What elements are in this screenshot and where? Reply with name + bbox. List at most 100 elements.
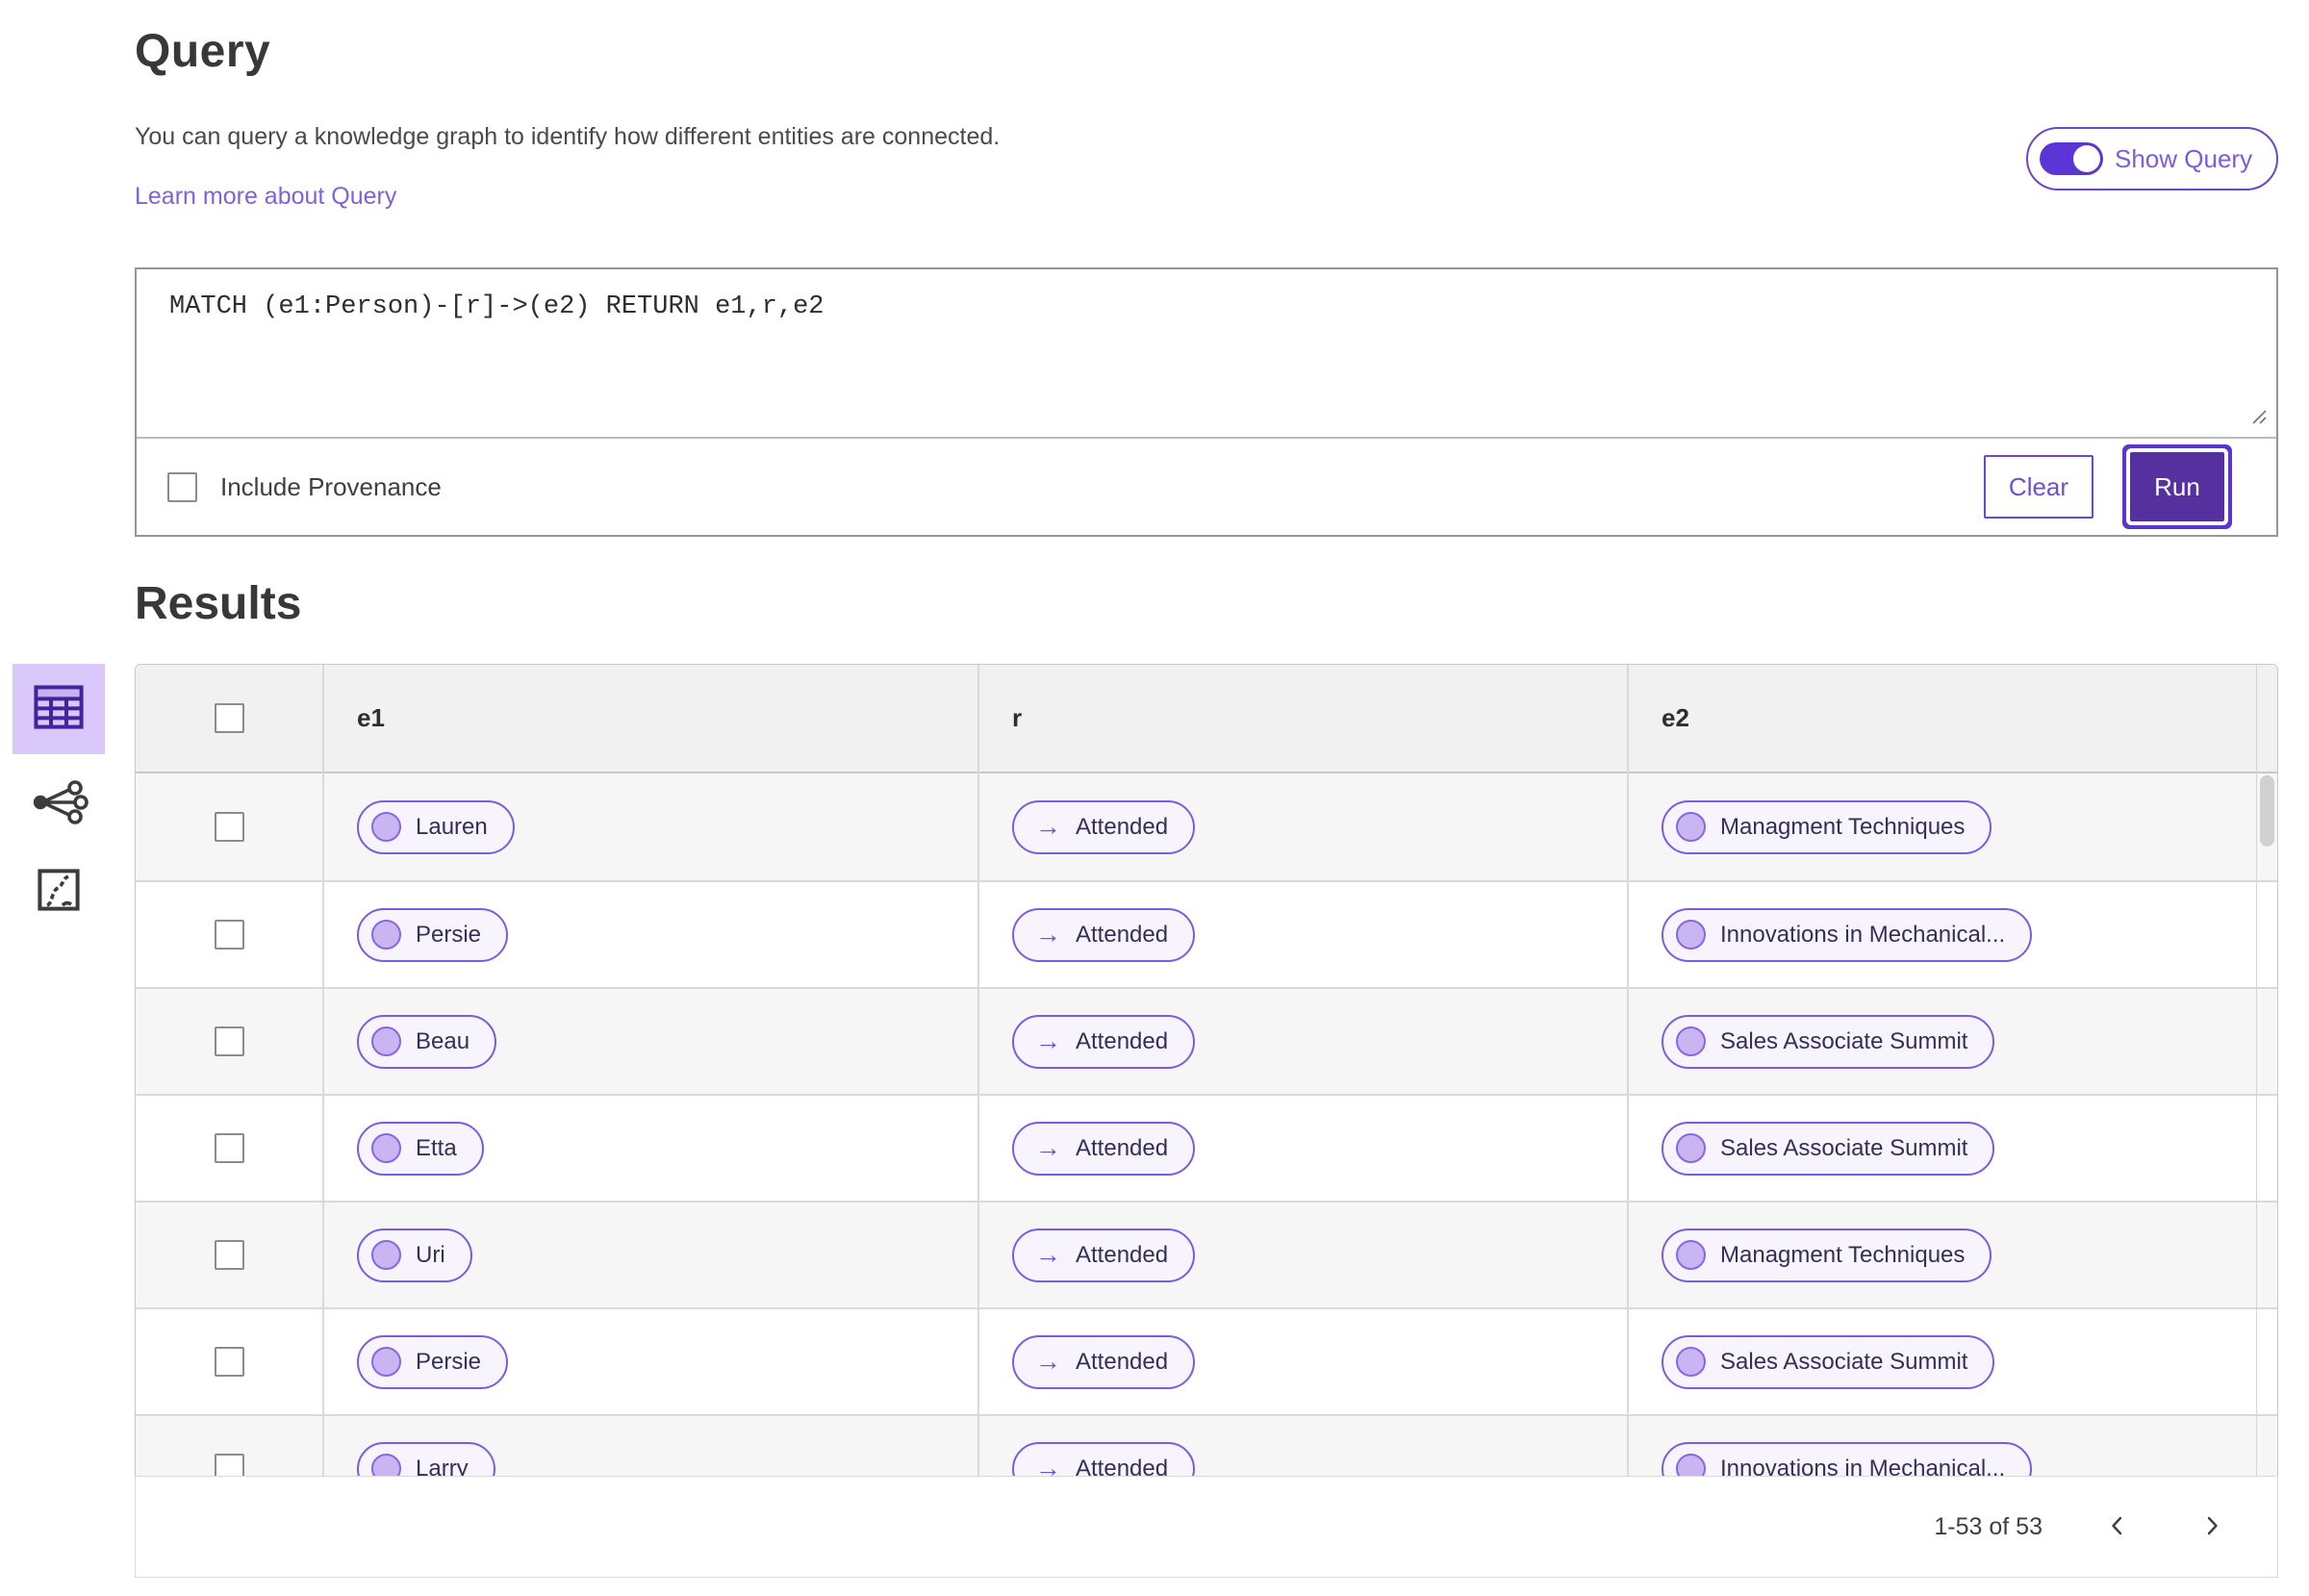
view-switcher-chart[interactable]: [0, 869, 117, 916]
entity-node-icon: [1676, 812, 1706, 842]
view-switcher-table-selected[interactable]: [13, 664, 105, 754]
entity-pill-e1[interactable]: Uri: [357, 1228, 472, 1282]
include-provenance-checkbox[interactable]: [167, 471, 197, 502]
entity-node-icon: [1676, 1240, 1706, 1270]
next-page-button[interactable]: [2193, 1507, 2231, 1548]
row-checkbox[interactable]: [214, 1133, 244, 1163]
entity-label: Uri: [416, 1241, 445, 1268]
entity-label: Sales Associate Summit: [1720, 1027, 1968, 1054]
arrow-right-icon: →: [1035, 1026, 1061, 1055]
table-row: Persie → Attended Innovations in Mechani…: [136, 880, 2277, 987]
entity-node-icon: [371, 812, 401, 842]
column-header-e2: e2: [1662, 703, 1689, 732]
previous-page-button[interactable]: [2098, 1507, 2137, 1548]
entity-node-icon: [371, 920, 401, 950]
graph-view-icon: [29, 779, 89, 830]
table-header-row: e1 r e2: [136, 665, 2277, 773]
relation-pill[interactable]: → Attended: [1012, 907, 1196, 962]
resize-handle-icon[interactable]: [2249, 407, 2269, 431]
entity-node-icon: [371, 1347, 401, 1377]
entity-pill-e1[interactable]: Persie: [357, 1334, 509, 1389]
chart-view-icon: [38, 869, 80, 916]
clear-button[interactable]: Clear: [1984, 455, 2093, 519]
column-header-r: r: [1012, 703, 1023, 732]
table-row: Lauren → Attended Managment Techniques: [136, 773, 2277, 880]
entity-label: Innovations in Mechanical...: [1720, 921, 2006, 948]
entity-pill-e1[interactable]: Beau: [357, 1014, 497, 1069]
row-checkbox[interactable]: [214, 812, 244, 842]
entity-label: Sales Associate Summit: [1720, 1134, 1968, 1161]
include-provenance-label: Include Provenance: [220, 471, 442, 501]
query-panel: MATCH (e1:Person)-[r]->(e2) RETURN e1,r,…: [135, 267, 2278, 537]
relation-label: Attended: [1076, 1348, 1169, 1375]
toggle-knob: [2073, 145, 2100, 172]
row-checkbox[interactable]: [214, 1347, 244, 1377]
results-table: e1 r e2 Lauren → Attended Managment Tech…: [135, 664, 2278, 1520]
entity-pill-e2[interactable]: Innovations in Mechanical...: [1662, 907, 2033, 962]
page-title: Query: [135, 26, 271, 77]
show-query-label: Show Query: [2115, 143, 2253, 173]
entity-label: Managment Techniques: [1720, 813, 1966, 840]
entity-pill-e2[interactable]: Sales Associate Summit: [1662, 1014, 1995, 1069]
row-checkbox[interactable]: [214, 920, 244, 950]
entity-label: Beau: [416, 1027, 470, 1054]
entity-node-icon: [1676, 920, 1706, 950]
relation-pill[interactable]: → Attended: [1012, 1228, 1196, 1282]
entity-label: Persie: [416, 921, 482, 948]
relation-pill[interactable]: → Attended: [1012, 1334, 1196, 1389]
entity-pill-e2[interactable]: Sales Associate Summit: [1662, 1121, 1995, 1176]
table-view-icon: [34, 684, 84, 734]
query-description: You can query a knowledge graph to ident…: [135, 123, 1001, 150]
run-button[interactable]: Run: [2130, 452, 2224, 521]
relation-pill[interactable]: → Attended: [1012, 1014, 1196, 1069]
column-header-e1: e1: [357, 703, 385, 732]
learn-more-link[interactable]: Learn more about Query: [135, 183, 396, 211]
row-checkbox[interactable]: [214, 1026, 244, 1056]
column-divider: [1627, 665, 1629, 1519]
pagination-range-label: 1-53 of 53: [1934, 1512, 2043, 1540]
query-input[interactable]: MATCH (e1:Person)-[r]->(e2) RETURN e1,r,…: [137, 269, 2276, 344]
entity-node-icon: [1676, 1347, 1706, 1377]
entity-pill-e1[interactable]: Persie: [357, 907, 509, 962]
row-checkbox[interactable]: [214, 1240, 244, 1270]
entity-label: Managment Techniques: [1720, 1241, 1966, 1268]
entity-label: Lauren: [416, 813, 488, 840]
entity-pill-e2[interactable]: Managment Techniques: [1662, 799, 1992, 854]
relation-label: Attended: [1076, 813, 1169, 840]
table-scrollbar[interactable]: [2256, 665, 2277, 1519]
entity-node-icon: [1676, 1026, 1706, 1056]
table-body: Lauren → Attended Managment Techniques P…: [136, 773, 2277, 1519]
scrollbar-thumb[interactable]: [2260, 775, 2274, 847]
relation-pill[interactable]: → Attended: [1012, 1121, 1196, 1176]
arrow-right-icon: →: [1035, 920, 1061, 949]
table-row: Beau → Attended Sales Associate Summit: [136, 987, 2277, 1094]
entity-label: Persie: [416, 1348, 482, 1375]
relation-label: Attended: [1076, 1134, 1169, 1161]
arrow-right-icon: →: [1035, 1133, 1061, 1162]
entity-node-icon: [371, 1026, 401, 1056]
toggle-on-icon[interactable]: [2040, 142, 2103, 175]
results-title: Results: [135, 578, 302, 629]
relation-label: Attended: [1076, 1241, 1169, 1268]
view-switcher-graph[interactable]: [0, 779, 117, 830]
relation-pill[interactable]: → Attended: [1012, 799, 1196, 854]
show-query-toggle-button[interactable]: Show Query: [2026, 127, 2278, 190]
entity-pill-e2[interactable]: Managment Techniques: [1662, 1228, 1992, 1282]
entity-pill-e1[interactable]: Etta: [357, 1121, 484, 1176]
table-row: Uri → Attended Managment Techniques: [136, 1201, 2277, 1307]
arrow-right-icon: →: [1035, 1240, 1061, 1269]
chevron-left-icon: [2104, 1512, 2131, 1542]
arrow-right-icon: →: [1035, 1347, 1061, 1376]
table-row: Etta → Attended Sales Associate Summit: [136, 1094, 2277, 1201]
select-all-checkbox[interactable]: [214, 703, 244, 733]
chevron-right-icon: [2198, 1512, 2225, 1542]
query-editor[interactable]: MATCH (e1:Person)-[r]->(e2) RETURN e1,r,…: [137, 269, 2276, 439]
entity-node-icon: [371, 1133, 401, 1163]
query-footer: Include Provenance Clear Run: [137, 437, 2276, 535]
entity-pill-e2[interactable]: Sales Associate Summit: [1662, 1334, 1995, 1389]
column-divider: [977, 665, 979, 1519]
arrow-right-icon: →: [1035, 812, 1061, 841]
column-divider: [322, 665, 324, 1519]
entity-pill-e1[interactable]: Lauren: [357, 799, 515, 854]
pagination-bar: 1-53 of 53: [135, 1476, 2278, 1578]
